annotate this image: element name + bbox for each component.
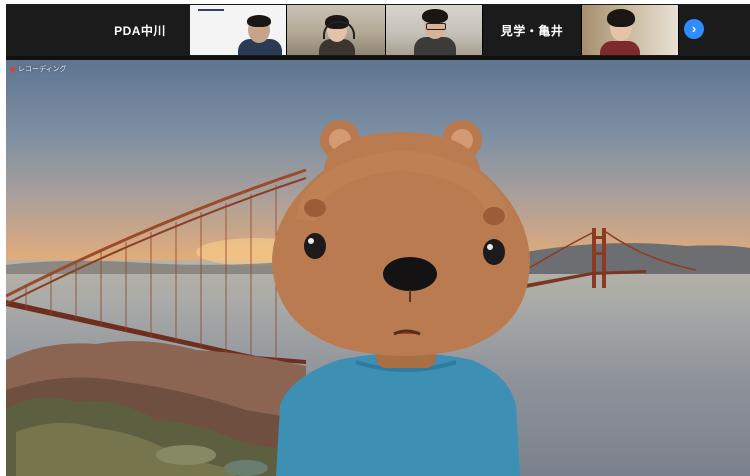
next-participants-button[interactable]: › (684, 19, 704, 39)
participant-name: 見学・亀井 (500, 24, 564, 38)
screen-thumbnail-bar (198, 9, 224, 11)
virtual-background-scene (6, 120, 750, 476)
participant-strip: PDA中川 見学・亀井 › (6, 4, 750, 56)
participant-video-person (412, 7, 458, 55)
participant-name: PDA中川 (114, 24, 166, 38)
participant-video-person (234, 11, 284, 55)
avatar-eye-left (304, 233, 326, 259)
bear-avatar (272, 120, 530, 476)
main-video: レコーディング (6, 60, 750, 476)
recording-dot-icon (10, 66, 15, 72)
recording-label: レコーディング (18, 66, 67, 73)
participant-tile-video[interactable] (582, 5, 679, 55)
participant-tile-video[interactable] (287, 5, 386, 55)
participant-video-person (317, 9, 357, 55)
avatar-brow-right (483, 207, 505, 225)
participant-video-person (598, 7, 642, 55)
meeting-window: PDA中川 見学・亀井 › レコーディング (6, 4, 750, 476)
participant-tile-video[interactable] (386, 5, 483, 55)
chevron-right-icon: › (691, 21, 697, 36)
far-hills-right (526, 243, 750, 274)
avatar-mouth (393, 329, 421, 336)
participant-tile-video[interactable] (190, 5, 287, 55)
avatar-eye-right (483, 239, 505, 265)
avatar-brow-left (304, 199, 326, 217)
participant-tile-nakagawa[interactable]: PDA中川 (90, 5, 191, 55)
recording-indicator: レコーディング (10, 64, 67, 74)
avatar-nose (383, 257, 437, 291)
participant-tile-kamei[interactable]: 見学・亀井 (483, 5, 582, 55)
foreground-shrub (224, 460, 268, 476)
foreground-shrub (156, 445, 216, 465)
